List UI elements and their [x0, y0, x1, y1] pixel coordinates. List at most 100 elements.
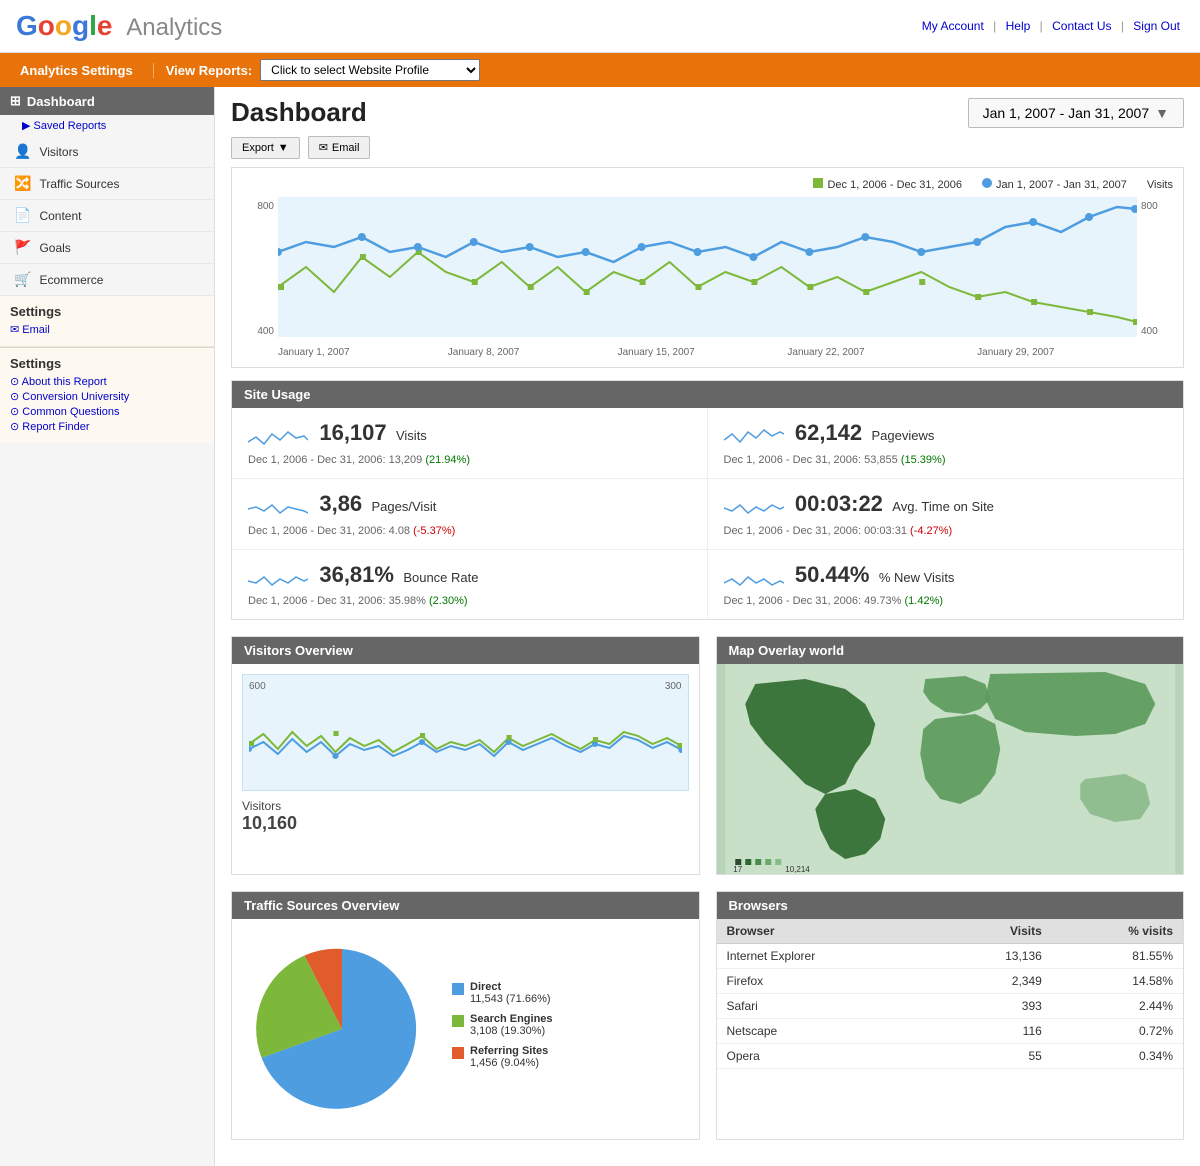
visitors-count: 10,160: [242, 813, 297, 833]
settings-title: Settings: [10, 304, 204, 319]
email-label: Email: [332, 142, 360, 154]
settings-section: Settings ✉ Email: [0, 296, 214, 347]
browsers-table-row: Safari 393 2.44%: [717, 994, 1184, 1019]
sidebar-item-traffic-sources[interactable]: 🔀 Traffic Sources: [0, 168, 214, 200]
browser-pct: 81.55%: [1052, 944, 1183, 969]
logo-analytics-text: Analytics: [126, 14, 222, 41]
export-label: Export: [242, 142, 274, 154]
visitors-metric-label: Visitors: [242, 799, 281, 813]
sidebar-item-visitors[interactable]: 👤 Visitors: [0, 136, 214, 168]
avg-time-value: 00:03:22: [795, 491, 883, 516]
browser-visits: 116: [937, 1019, 1052, 1044]
sidebar-item-ecommerce[interactable]: 🛒 Ecommerce: [0, 264, 214, 296]
pageviews-metric: 62,142 Pageviews Dec 1, 2006 - Dec 31, 2…: [708, 408, 1184, 479]
header: Google Analytics My Account | Help | Con…: [0, 0, 1200, 53]
logo-l: l: [89, 10, 97, 41]
bounce-rate-label: Bounce Rate: [403, 570, 478, 585]
pie-chart-svg: [252, 939, 432, 1119]
saved-reports-anchor[interactable]: ▶ Saved Reports: [22, 120, 106, 132]
browsers-table-row: Internet Explorer 13,136 81.55%: [717, 944, 1184, 969]
logo: Google Analytics: [16, 10, 222, 42]
website-profile-select[interactable]: Click to select Website Profile: [260, 59, 480, 81]
pages-visit-sparkline: [248, 493, 308, 523]
pages-visit-change: (-5.37%): [413, 525, 455, 537]
sign-out-link[interactable]: Sign Out: [1133, 19, 1180, 33]
pages-visit-sparkline-svg: [248, 493, 308, 523]
contact-us-link[interactable]: Contact Us: [1052, 19, 1111, 33]
common-questions-link[interactable]: ⊙ Common Questions: [10, 405, 204, 418]
chart-svg-container: January 1, 2007 January 8, 2007 January …: [278, 197, 1137, 357]
conversion-university-link[interactable]: ⊙ Conversion University: [10, 390, 204, 403]
goals-icon: 🚩: [14, 239, 31, 256]
browser-visits: 2,349: [937, 969, 1052, 994]
site-usage-grid: 16,107 Visits Dec 1, 2006 - Dec 31, 2006…: [232, 408, 1183, 619]
browser-col-header: Browser: [717, 919, 937, 944]
svg-text:January 22, 2007: January 22, 2007: [787, 347, 865, 357]
analytics-settings-button[interactable]: Analytics Settings: [10, 63, 143, 78]
pct-visits-col-header: % visits: [1052, 919, 1183, 944]
traffic-sources-body: Direct 11,543 (71.66%) Search Engines 3,…: [232, 919, 699, 1139]
sidebar-item-goals[interactable]: 🚩 Goals: [0, 232, 214, 264]
visitors-overview-title: Visitors Overview: [232, 637, 699, 664]
direct-color: [452, 983, 464, 995]
content-area: Dashboard Jan 1, 2007 - Jan 31, 2007 ▼ E…: [215, 87, 1200, 1166]
date-range-button[interactable]: Jan 1, 2007 - Jan 31, 2007 ▼: [968, 98, 1184, 128]
page-title: Dashboard: [231, 97, 367, 128]
visitors-label: Visitors: [39, 145, 78, 159]
direct-legend-item: Direct 11,543 (71.66%): [452, 981, 553, 1005]
prev-period-color: [813, 178, 823, 188]
traffic-sources-label: Traffic Sources: [39, 177, 119, 191]
new-visits-label: % New Visits: [879, 570, 955, 585]
export-button[interactable]: Export ▼: [231, 137, 300, 159]
browsers-widget: Browsers Browser Visits % visits Interne…: [716, 891, 1185, 1140]
email-button[interactable]: ✉ Email: [308, 136, 371, 159]
avg-time-change: (-4.27%): [910, 525, 952, 537]
ecommerce-icon: 🛒: [14, 271, 31, 288]
logo-g: G: [16, 10, 38, 41]
dashboard-nav-item[interactable]: ⊞ Dashboard: [0, 87, 214, 115]
referring-legend-item: Referring Sites 1,456 (9.04%): [452, 1045, 553, 1069]
browser-name: Netscape: [717, 1019, 937, 1044]
svg-text:January 29, 2007: January 29, 2007: [977, 347, 1055, 357]
svg-text:17: 17: [733, 865, 742, 874]
avg-time-sparkline: [724, 493, 784, 523]
pageviews-sparkline: [724, 422, 784, 452]
bounce-rate-value: 36,81%: [319, 562, 394, 587]
browser-visits: 393: [937, 994, 1052, 1019]
browsers-body: Browser Visits % visits Internet Explore…: [717, 919, 1184, 1069]
content-label: Content: [39, 209, 81, 223]
site-usage-section: Site Usage 16,107 Visits Dec 1, 2006 - D…: [231, 380, 1184, 620]
about-report-link[interactable]: ⊙ About this Report: [10, 375, 204, 388]
date-range-arrow-icon: ▼: [1155, 105, 1169, 121]
y-axis-left: 800 400: [242, 197, 278, 357]
content-header: Dashboard Jan 1, 2007 - Jan 31, 2007 ▼: [231, 97, 1184, 128]
email-settings-link[interactable]: ✉ Email: [10, 323, 204, 336]
email-icon: ✉: [319, 141, 328, 154]
help-link[interactable]: Help: [1006, 19, 1031, 33]
traffic-sources-title: Traffic Sources Overview: [232, 892, 699, 919]
visitors-chart: 600 300: [242, 674, 689, 791]
pageviews-compare: Dec 1, 2006 - Dec 31, 2006: 53,855 (15.3…: [724, 454, 1168, 466]
search-color: [452, 1015, 464, 1027]
orange-bar: Analytics Settings View Reports: Click t…: [0, 53, 1200, 87]
dashboard-grid-icon: ⊞: [10, 93, 21, 109]
curr-period-label: Jan 1, 2007 - Jan 31, 2007: [996, 179, 1127, 191]
visits-col-header: Visits: [937, 919, 1052, 944]
saved-reports-link[interactable]: ▶ Saved Reports: [0, 115, 214, 136]
browsers-table: Browser Visits % visits Internet Explore…: [717, 919, 1184, 1069]
visits-compare: Dec 1, 2006 - Dec 31, 2006: 13,209 (21.9…: [248, 454, 691, 466]
referring-value: 1,456 (9.04%): [470, 1057, 548, 1069]
dashboard-label: Dashboard: [27, 94, 95, 109]
visitors-overview-widget: Visitors Overview 600 300: [231, 636, 700, 875]
ecommerce-label: Ecommerce: [39, 273, 103, 287]
my-account-link[interactable]: My Account: [922, 19, 984, 33]
report-finder-link[interactable]: ⊙ Report Finder: [10, 420, 204, 433]
browser-pct: 2.44%: [1052, 994, 1183, 1019]
referring-info: Referring Sites 1,456 (9.04%): [470, 1045, 548, 1069]
new-visits-sparkline-svg: [724, 563, 784, 593]
sidebar-item-content[interactable]: 📄 Content: [0, 200, 214, 232]
widgets-row-2: Traffic Sources Overview: [231, 891, 1184, 1140]
chart-legend: Dec 1, 2006 - Dec 31, 2006 Jan 1, 2007 -…: [242, 178, 1173, 191]
map-container: 17 10,214: [717, 664, 1184, 874]
browser-pct: 0.34%: [1052, 1044, 1183, 1069]
